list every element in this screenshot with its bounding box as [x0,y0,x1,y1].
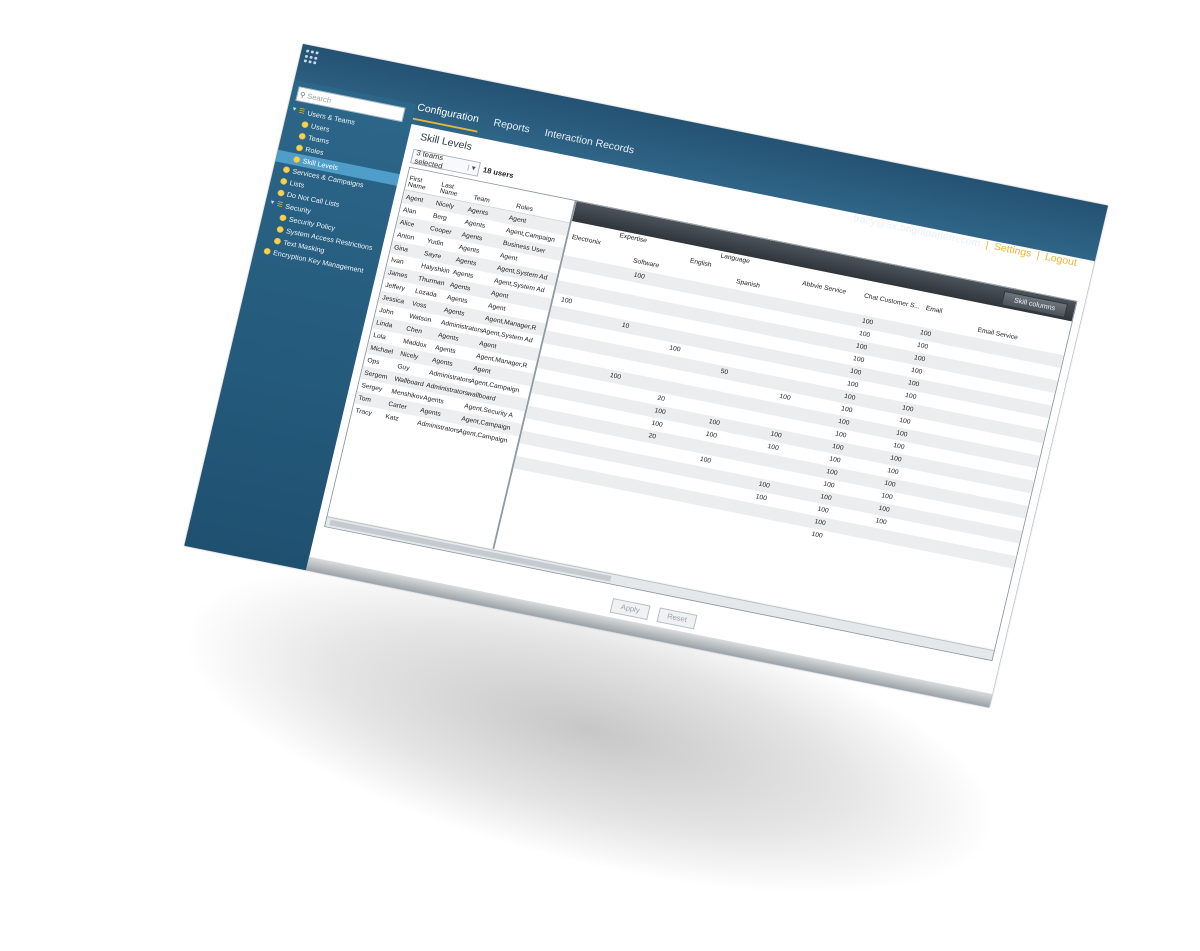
chat-skill-cell[interactable]: 100 [841,406,853,414]
abbvie-skill-cell[interactable]: 100 [770,431,782,439]
email-skill-cell[interactable]: 100 [907,380,919,388]
header-chat-customer-service[interactable]: Chat Customer S... [863,293,920,310]
item-icon [298,132,307,141]
email-skill-cell[interactable]: 100 [881,493,893,501]
header-abbvie-service[interactable]: Abbvie Service [801,281,846,296]
chat-skill-cell[interactable]: 100 [832,443,844,451]
chat-skill-cell[interactable]: 100 [858,330,870,338]
email-skill-cell[interactable]: 100 [875,518,887,526]
email-skill-cell[interactable]: 100 [910,367,922,375]
email-skill-cell[interactable]: 100 [893,442,905,450]
search-placeholder: Search [306,91,333,105]
skill-columns-button[interactable]: Skill columns [1001,290,1069,319]
chat-skill-cell[interactable]: 100 [817,506,829,514]
folder-icon: ☰ [276,201,284,209]
page-title: Skill Levels [418,131,474,153]
spanish-skill-cell[interactable]: 100 [705,431,717,439]
chat-skill-cell[interactable]: 100 [829,456,841,464]
abbvie-skill-cell[interactable]: 100 [779,393,791,401]
chat-skill-cell[interactable]: 100 [843,393,855,401]
item-icon [263,247,272,256]
header-software[interactable]: Software [632,258,659,269]
english-skill-cell[interactable]: 100 [654,408,666,416]
separator: | [984,239,990,251]
skills-table: Skill columns Expertise Electronix Softw… [494,201,1077,650]
chevron-down-icon: ▼ [467,164,480,173]
email-skill-cell[interactable]: 100 [899,417,911,425]
english-skill-cell[interactable]: 20 [648,433,657,441]
english-skill-cell[interactable]: 20 [657,395,666,403]
email-skill-cell[interactable]: 100 [884,480,896,488]
separator: | [1035,249,1041,262]
abbvie-skill-cell[interactable]: 100 [758,481,770,489]
item-icon [282,165,291,174]
software-skill-cell[interactable]: 100 [633,272,645,280]
email-skill-cell[interactable]: 100 [916,342,928,350]
item-icon [300,120,310,129]
item-icon [276,225,285,234]
chat-skill-cell[interactable]: 100 [861,318,873,326]
header-english[interactable]: English [689,258,712,269]
spanish-skill-cell[interactable]: 50 [720,368,729,376]
electronix-skill-cell[interactable]: 100 [560,297,572,305]
spanish-skill-cell[interactable]: 100 [699,456,711,464]
chat-skill-cell[interactable]: 100 [846,381,858,389]
chat-skill-cell[interactable]: 100 [849,368,861,376]
skills-table-body: 100 100 100 100 100 100 100 100 100 100 10 100 100 10… [510,255,1064,581]
tab-reports[interactable]: Reports [489,114,534,143]
chat-skill-cell[interactable]: 100 [855,343,867,351]
email-skill-cell[interactable]: 100 [919,330,931,338]
reset-button[interactable]: Reset [656,607,698,630]
item-icon [279,177,288,186]
email-skill-cell[interactable]: 100 [887,468,899,476]
chat-skill-cell[interactable]: 100 [820,493,832,501]
item-icon [295,144,304,152]
abbvie-skill-cell[interactable]: 100 [755,494,767,502]
abbvie-skill-cell[interactable]: 100 [767,443,779,451]
last-name-cell: Katz [384,413,400,423]
item-icon [276,189,285,197]
spanish-skill-cell[interactable]: 100 [708,418,720,426]
email-skill-cell[interactable]: 100 [878,505,890,513]
folder-icon: ☰ [298,108,306,116]
email-skill-cell[interactable]: 100 [904,392,916,400]
software-skill-cell[interactable]: 100 [609,372,621,380]
apply-button[interactable]: Apply [609,598,651,620]
header-electronix[interactable]: Electronix [571,234,601,246]
chat-skill-cell[interactable]: 100 [826,468,838,476]
user-count: 18 users [482,165,515,180]
stage: Configuration Reports Interaction Record… [0,0,1200,951]
chat-skill-cell[interactable]: 100 [823,481,835,489]
chat-skill-cell[interactable]: 100 [811,531,823,539]
chat-skill-cell[interactable]: 100 [814,519,826,527]
email-skill-cell[interactable]: 100 [890,455,902,463]
chat-skill-cell[interactable]: 100 [838,418,850,426]
first-name-cell: Tracy [354,407,373,417]
email-skill-cell[interactable]: 100 [913,355,925,363]
chat-skill-cell[interactable]: 100 [852,356,864,364]
email-skill-cell[interactable]: 100 [896,430,908,438]
english-skill-cell[interactable]: 100 [669,345,681,353]
english-skill-cell[interactable]: 100 [651,420,663,428]
header-email[interactable]: Email [925,305,943,315]
item-icon [273,237,282,245]
item-icon [278,214,287,222]
chat-skill-cell[interactable]: 100 [835,431,847,439]
email-skill-cell[interactable]: 100 [902,405,914,413]
item-icon [292,155,301,164]
header-spanish[interactable]: Spanish [735,278,760,289]
software-skill-cell[interactable]: 10 [621,322,630,330]
logo-icon [303,49,319,66]
